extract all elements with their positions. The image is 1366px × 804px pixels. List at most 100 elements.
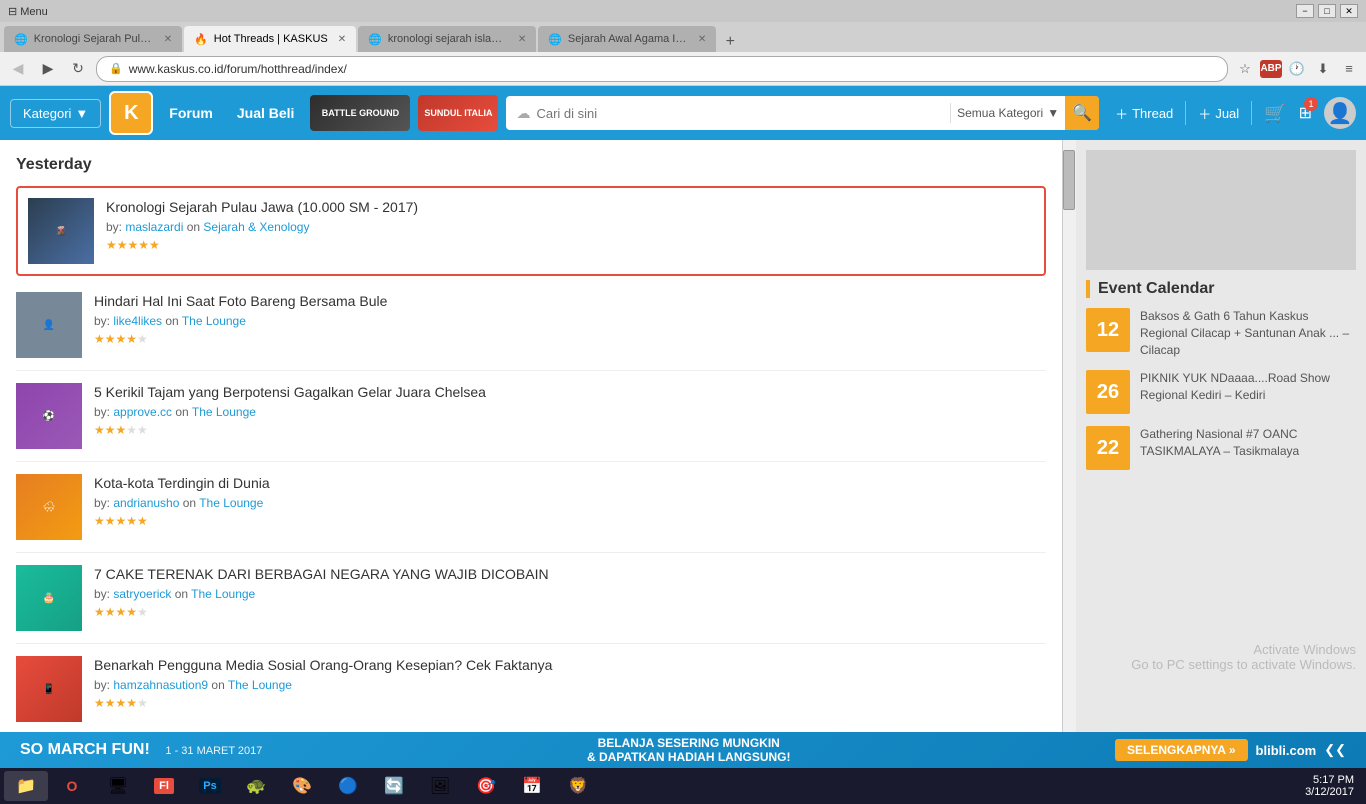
lock-icon: 🔒 — [109, 62, 123, 75]
tab-3-label: kronologi sejarah islam di... — [388, 33, 508, 45]
search-button[interactable]: 🔍 — [1065, 96, 1099, 130]
taskbar-app2[interactable]: 🖥 — [96, 771, 140, 801]
adblock-icon[interactable]: ABP — [1260, 60, 1282, 78]
maximize-button[interactable]: □ — [1318, 4, 1336, 18]
taskbar-app11[interactable]: 📅 — [510, 771, 554, 801]
blibli-logo: blibli.com — [1256, 743, 1317, 758]
taskbar-flash[interactable]: Fl — [142, 771, 186, 801]
cart-icon[interactable]: 🛒 — [1264, 103, 1286, 124]
back-button[interactable]: ◀ — [6, 57, 30, 81]
search-category-button[interactable]: Semua Kategori ▼ — [957, 106, 1059, 120]
author-link-5[interactable]: satryoerick — [113, 587, 171, 601]
thread-item-5[interactable]: 🎂 7 CAKE TERENAK DARI BERBAGAI NEGARA YA… — [16, 553, 1046, 644]
forward-button[interactable]: ▶ — [36, 57, 60, 81]
thread-item-1[interactable]: 🌋 Kronologi Sejarah Pulau Jawa (10.000 S… — [16, 186, 1046, 276]
author-link-1[interactable]: maslazardi — [125, 220, 183, 234]
kategori-button[interactable]: Kategori ▼ — [10, 99, 101, 128]
author-link-4[interactable]: andrianusho — [113, 496, 179, 510]
thread-item-4[interactable]: 🌨 Kota-kota Terdingin di Dunia by: andri… — [16, 462, 1046, 553]
taskbar-paint[interactable]: 🎨 — [280, 771, 324, 801]
tab-bar: 🌐 Kronologi Sejarah Pulau Ja... ✕ 🔥 Hot … — [0, 22, 1366, 52]
scrollbar-thumb[interactable] — [1063, 150, 1075, 210]
clock-ext-icon[interactable]: 🕐 — [1286, 58, 1308, 80]
new-tab-button[interactable]: + — [718, 32, 742, 52]
thread-button[interactable]: ＋ Thread — [1115, 104, 1173, 123]
clock-date: 3/12/2017 — [1305, 786, 1354, 798]
thread-title-4[interactable]: Kota-kota Terdingin di Dunia — [94, 474, 1046, 492]
taskbar-photoshop[interactable]: Ps — [188, 771, 232, 801]
close-button[interactable]: ✕ — [1340, 4, 1358, 18]
thread-title-2[interactable]: Hindari Hal Ini Saat Foto Bareng Bersama… — [94, 292, 1046, 310]
taskbar-app9[interactable]: 🖼 — [418, 771, 462, 801]
forum-link-3[interactable]: The Lounge — [192, 405, 256, 419]
address-bar[interactable]: 🔒 www.kaskus.co.id/forum/hotthread/index… — [96, 56, 1228, 82]
jual-beli-button[interactable]: Jual Beli — [229, 101, 303, 125]
user-avatar[interactable]: 👤 — [1324, 97, 1356, 129]
forum-button[interactable]: Forum — [161, 101, 221, 125]
forum-link-4[interactable]: The Lounge — [199, 496, 263, 510]
jual-button[interactable]: ＋ Jual — [1198, 104, 1239, 123]
thread-thumb-1: 🌋 — [28, 198, 94, 264]
author-link-3[interactable]: approve.cc — [113, 405, 172, 419]
taskbar-opera[interactable]: O — [50, 771, 94, 801]
refresh-button[interactable]: ↻ — [66, 57, 90, 81]
bookmark-star-icon[interactable]: ☆ — [1234, 58, 1256, 80]
forum-link-6[interactable]: The Lounge — [228, 678, 292, 692]
chevron-down-icon: ▼ — [75, 106, 88, 121]
opera-icon: O — [67, 778, 78, 794]
thread-item-2[interactable]: 👤 Hindari Hal Ini Saat Foto Bareng Bersa… — [16, 280, 1046, 371]
tab-3-close[interactable]: ✕ — [518, 34, 526, 45]
thread-item-6[interactable]: 📱 Benarkah Pengguna Media Sosial Orang-O… — [16, 644, 1046, 732]
app8-icon: 🔄 — [384, 776, 404, 796]
url-text: www.kaskus.co.id/forum/hotthread/index/ — [129, 62, 347, 76]
tab-2[interactable]: 🔥 Hot Threads | KASKUS ✕ — [184, 26, 356, 52]
thumb-label-4: 🌨 — [43, 502, 56, 513]
action-divider-1 — [1185, 101, 1186, 125]
thread-item-3[interactable]: ⚽ 5 Kerikil Tajam yang Berpotensi Gagalk… — [16, 371, 1046, 462]
forum-link-1[interactable]: Sejarah & Xenology — [203, 220, 309, 234]
download-icon[interactable]: ⬇ — [1312, 58, 1334, 80]
thread-info-3: 5 Kerikil Tajam yang Berpotensi Gagalkan… — [94, 383, 1046, 449]
tab-1-close[interactable]: ✕ — [164, 34, 172, 45]
minimize-button[interactable]: − — [1296, 4, 1314, 18]
file-manager-icon: 📁 — [16, 776, 36, 796]
taskbar-blender[interactable]: 🔵 — [326, 771, 370, 801]
thread-title-5[interactable]: 7 CAKE TERENAK DARI BERBAGAI NEGARA YANG… — [94, 565, 1046, 583]
menu-label[interactable]: ⊟ Menu — [8, 5, 48, 18]
tab-4[interactable]: 🌐 Sejarah Awal Agama Islam... ✕ — [538, 26, 716, 52]
thread-title-1[interactable]: Kronologi Sejarah Pulau Jawa (10.000 SM … — [106, 198, 1034, 216]
tab-1[interactable]: 🌐 Kronologi Sejarah Pulau Ja... ✕ — [4, 26, 182, 52]
notification-count: 1 — [1304, 97, 1318, 111]
thread-title-3[interactable]: 5 Kerikil Tajam yang Berpotensi Gagalkan… — [94, 383, 1046, 401]
menu-icon[interactable]: ≡ — [1338, 58, 1360, 80]
kaskus-logo[interactable]: K — [109, 91, 153, 135]
search-input[interactable] — [536, 106, 944, 121]
tab-1-favicon: 🌐 — [14, 33, 28, 46]
taskbar-app5[interactable]: 🐢 — [234, 771, 278, 801]
search-category-label: Semua Kategori — [957, 106, 1043, 120]
thread-meta-3: by: approve.cc on The Lounge — [94, 405, 1046, 419]
author-link-2[interactable]: like4likes — [113, 314, 162, 328]
sundul-label: SUNDUL ITALIA — [424, 108, 492, 118]
sundul-promo[interactable]: SUNDUL ITALIA — [418, 95, 498, 131]
taskbar-app8[interactable]: 🔄 — [372, 771, 416, 801]
notification-badge[interactable]: ⊞ 1 — [1299, 103, 1312, 123]
tab-3[interactable]: 🌐 kronologi sejarah islam di... ✕ — [358, 26, 536, 52]
forum-link-5[interactable]: The Lounge — [191, 587, 255, 601]
avatar-placeholder: 👤 — [1328, 101, 1353, 126]
taskbar-app10[interactable]: 🎯 — [464, 771, 508, 801]
event-calendar-section: Event Calendar 12 Baksos & Gath 6 Tahun … — [1086, 280, 1356, 470]
battleground-promo[interactable]: BATTLE GROUND — [310, 95, 410, 131]
thread-meta-1: by: maslazardi on Sejarah & Xenology — [106, 220, 1034, 234]
paint-icon: 🎨 — [292, 776, 312, 796]
taskbar-app12[interactable]: 🦁 — [556, 771, 600, 801]
taskbar-file-manager[interactable]: 📁 — [4, 771, 48, 801]
thread-title-6[interactable]: Benarkah Pengguna Media Sosial Orang-Ora… — [94, 656, 1046, 674]
selengkapnya-button[interactable]: SELENGKAPNYA » — [1115, 739, 1247, 761]
tab-4-close[interactable]: ✕ — [698, 34, 706, 45]
tab-2-close[interactable]: ✕ — [338, 34, 346, 45]
app9-icon: 🖼 — [430, 776, 450, 796]
ad-collapse-icon[interactable]: ❮❮ — [1324, 742, 1346, 758]
forum-link-2[interactable]: The Lounge — [182, 314, 246, 328]
author-link-6[interactable]: hamzahnasution9 — [113, 678, 208, 692]
